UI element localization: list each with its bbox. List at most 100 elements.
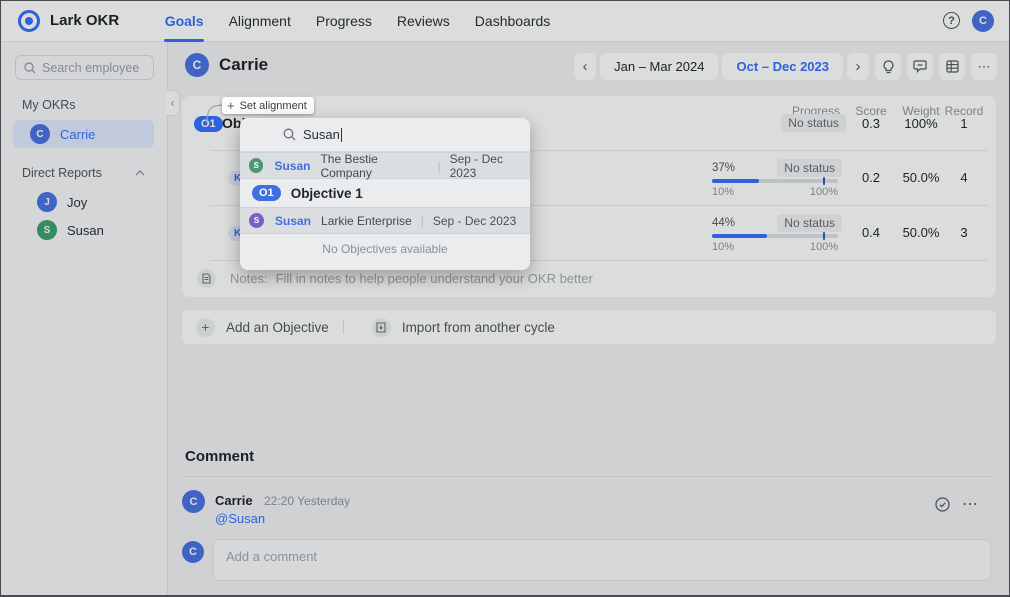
kr1-min-label: 10%	[712, 186, 734, 198]
comments-button[interactable]	[907, 53, 933, 80]
kr1-record[interactable]: 4	[960, 170, 967, 185]
ellipsis-icon: ⋯	[978, 59, 991, 75]
set-alignment-button[interactable]: + Set alignment	[222, 97, 314, 114]
cycle-jan-mar-2024-button[interactable]: Jan – Mar 2024	[600, 53, 718, 80]
tab-dashboards[interactable]: Dashboards	[462, 0, 563, 42]
search-query-text: Susan	[303, 127, 340, 142]
popup-objective-item[interactable]: O1 Objective 1	[240, 179, 530, 207]
user-group-susan-larkie[interactable]: S Susan Larkie Enterprise | Sep - Dec 20…	[240, 207, 530, 234]
group-period: Sep - Dec 2023	[450, 152, 530, 180]
objective-actions-bar: + Add an Objective Import from another c…	[182, 310, 996, 344]
kr2-max-label: 100%	[810, 241, 838, 253]
kr1-progress-fill	[712, 179, 759, 183]
objective-status-badge[interactable]: No status	[781, 114, 846, 132]
kr2-min-label: 10%	[712, 241, 734, 253]
user-group-susan-bestie[interactable]: S Susan The Bestie Company | Sep - Dec 2…	[240, 152, 530, 179]
alignment-search-input[interactable]: Susan	[240, 118, 530, 152]
susan-avatar: S	[37, 220, 57, 240]
tab-alignment[interactable]: Alignment	[216, 0, 303, 42]
direct-reports-label: Direct Reports	[22, 166, 167, 180]
sidebar-collapse-button[interactable]: ‹	[166, 90, 180, 116]
resolve-check-icon[interactable]	[935, 497, 950, 512]
tab-goals[interactable]: Goals	[152, 0, 216, 42]
comment-timestamp: 22:20 Yesterday	[264, 494, 350, 508]
notes-label: Notes:	[230, 271, 268, 286]
search-icon	[24, 62, 36, 74]
add-objective-plus-chip[interactable]: +	[196, 318, 215, 337]
sidebar-item-joy[interactable]: J Joy	[13, 188, 154, 216]
chevron-left-icon: ‹	[171, 96, 175, 110]
kr2-status-badge[interactable]: No status	[777, 214, 842, 232]
import-cycle-chip[interactable]	[372, 318, 391, 337]
kr1-score: 0.2	[862, 170, 880, 185]
lark-okr-logo-icon	[18, 10, 40, 32]
objective-weight: 100%	[904, 116, 937, 131]
add-objective-button[interactable]: Add an Objective	[226, 320, 329, 335]
primary-tabs: Goals Alignment Progress Reviews Dashboa…	[152, 0, 563, 42]
kr1-weight: 50.0%	[903, 170, 940, 185]
popup-objective-title: Objective 1	[291, 186, 363, 201]
sidebar-item-susan[interactable]: S Susan	[13, 216, 154, 244]
import-cycle-button[interactable]: Import from another cycle	[402, 320, 555, 335]
comment-mention-link[interactable]: @Susan	[215, 511, 265, 526]
brand-title: Lark OKR	[50, 12, 119, 29]
top-navigation: Lark OKR Goals Alignment Progress Review…	[0, 0, 1010, 42]
kr2-progress-bar[interactable]	[712, 234, 838, 238]
notes-placeholder: Fill in notes to help people understand …	[276, 271, 593, 286]
app-window: Lark OKR Goals Alignment Progress Review…	[0, 0, 1010, 597]
cycle-oct-dec-2023-button[interactable]: Oct – Dec 2023	[722, 53, 843, 80]
comment-author-avatar: C	[182, 490, 205, 513]
page-header: C Carrie ‹ Jan – Mar 2024 Oct – Dec 2023…	[168, 42, 1010, 90]
objective-score: 0.3	[862, 116, 880, 131]
kr2-weight: 50.0%	[903, 225, 940, 240]
group-separator: |	[437, 159, 440, 173]
sidebar-item-label: Susan	[67, 223, 104, 238]
tab-progress[interactable]: Progress	[303, 0, 384, 42]
kr2-record[interactable]: 3	[960, 225, 967, 240]
group-user-name: Susan	[274, 159, 310, 173]
chevron-up-icon[interactable]	[135, 170, 145, 176]
chevron-left-icon: ‹	[583, 58, 588, 75]
composer-avatar: C	[182, 541, 204, 563]
search-employee-input[interactable]: Search employee	[15, 55, 154, 80]
kr1-status-badge[interactable]: No status	[777, 159, 842, 177]
set-alignment-label: Set alignment	[240, 100, 307, 112]
kr2-progress-fill	[712, 234, 767, 238]
objective-badge: O1	[252, 185, 281, 201]
more-actions-button[interactable]: ⋯	[971, 53, 997, 80]
plus-icon: +	[227, 98, 235, 113]
group-separator: |	[421, 214, 424, 228]
add-comment-placeholder: Add a comment	[226, 549, 317, 564]
alignment-search-popup: Susan S Susan The Bestie Company | Sep -…	[240, 118, 530, 270]
comment-more-icon[interactable]: ⋯	[962, 494, 978, 514]
tab-reviews[interactable]: Reviews	[384, 0, 462, 42]
sidebar-item-carrie[interactable]: C Carrie	[13, 120, 154, 148]
sidebar-item-label: Joy	[67, 195, 87, 210]
tips-button[interactable]	[875, 53, 901, 80]
search-placeholder: Search employee	[42, 61, 139, 75]
chevron-right-icon: ›	[856, 58, 861, 75]
notes-chip	[197, 269, 216, 288]
group-company: Larkie Enterprise	[321, 214, 412, 228]
actions-divider	[343, 320, 344, 334]
plus-icon: +	[202, 320, 210, 335]
objective-record[interactable]: 1	[960, 116, 967, 131]
notes-document-icon	[202, 273, 211, 284]
group-user-name: Susan	[275, 214, 311, 228]
comment-tools: ⋯	[935, 494, 978, 514]
add-comment-input[interactable]: Add a comment	[213, 539, 991, 581]
comment-section-title: Comment	[185, 448, 254, 465]
comment-author-name: Carrie	[215, 493, 253, 508]
comment-divider	[183, 476, 996, 477]
kr1-progress-bar[interactable]	[712, 179, 838, 183]
page-user-avatar: C	[185, 53, 209, 77]
help-icon[interactable]: ?	[943, 12, 960, 29]
sidebar: Search employee My OKRs C Carrie Direct …	[0, 42, 168, 597]
kr2-target-marker	[823, 232, 825, 240]
user-avatar[interactable]: C	[972, 10, 994, 32]
next-cycle-button[interactable]: ›	[847, 53, 869, 80]
prev-cycle-button[interactable]: ‹	[574, 53, 596, 80]
text-cursor	[341, 128, 342, 142]
table-view-button[interactable]	[939, 53, 965, 80]
comment-bubble-icon	[913, 60, 927, 73]
